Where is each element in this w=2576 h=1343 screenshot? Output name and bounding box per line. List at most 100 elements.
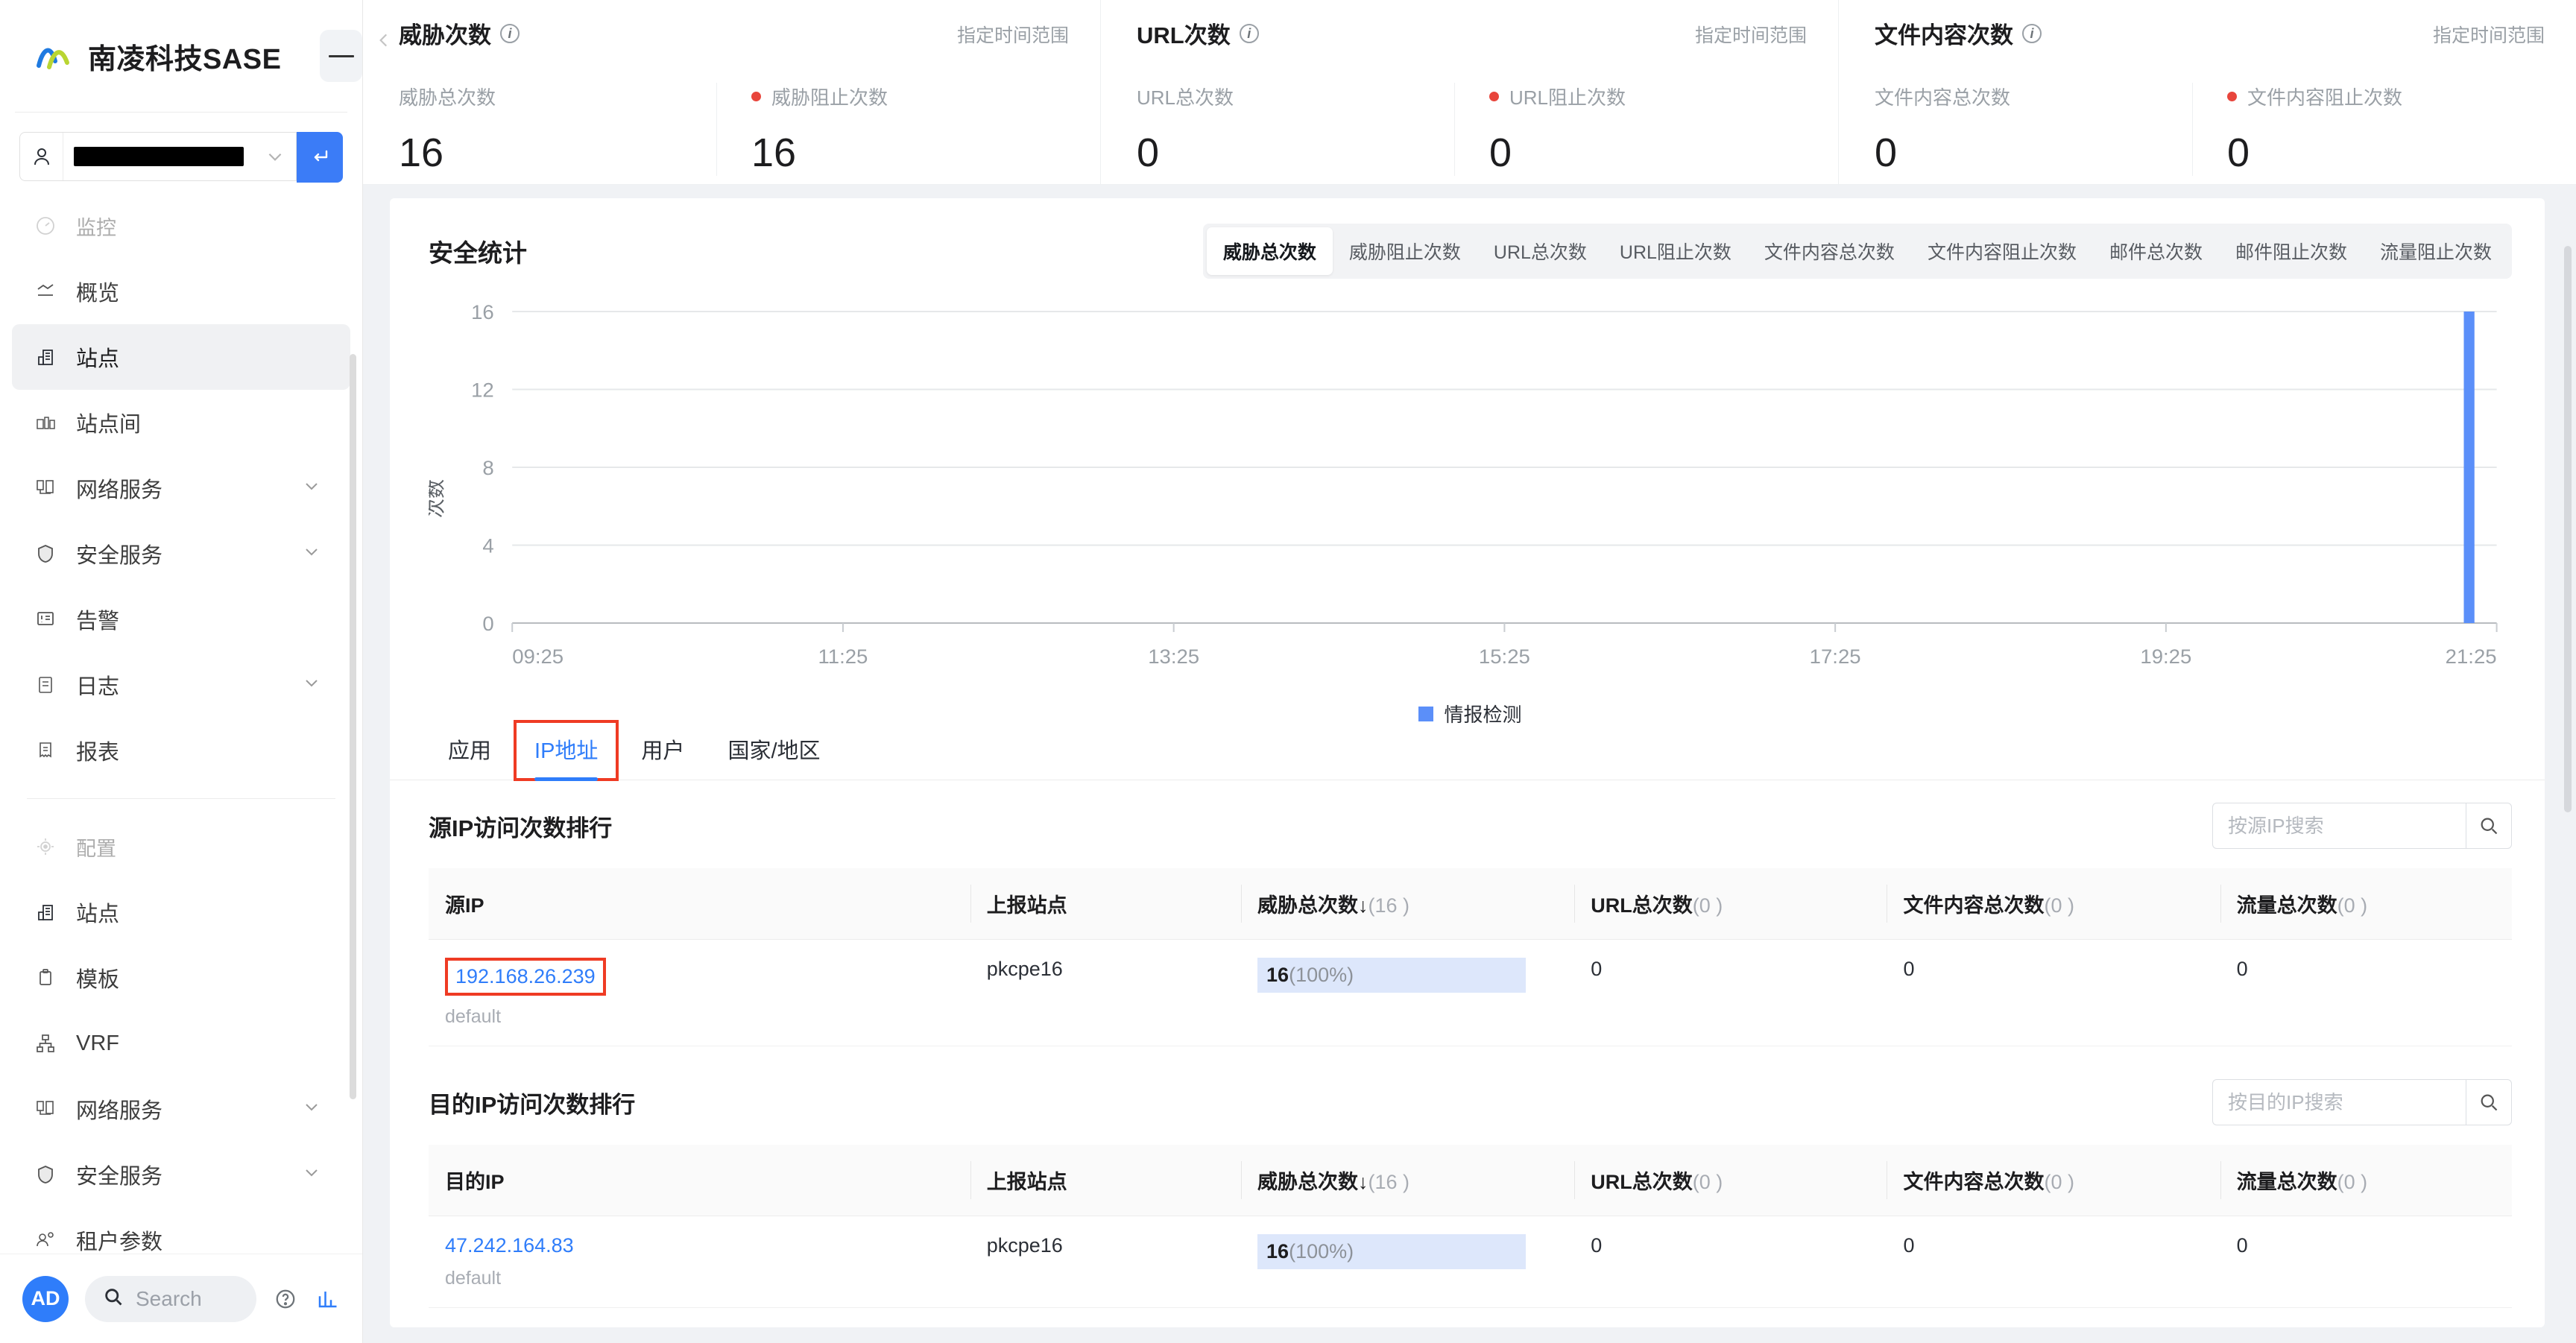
info-icon[interactable]: i <box>1239 23 1259 43</box>
stat-label-wrap: URL总次数 <box>1137 83 1439 110</box>
tab-user[interactable]: 用户 <box>622 721 704 780</box>
stat-value: 0 <box>1489 130 1512 175</box>
col-traffic-total[interactable]: 流量总次数(0 ) <box>2220 1145 2512 1216</box>
search-input[interactable]: Search <box>85 1275 256 1322</box>
source-ip-search-input[interactable] <box>2212 803 2466 849</box>
stat-card-header: 威胁次数 i 指定时间范围 <box>399 16 1069 50</box>
sidebar-item-network-service[interactable]: 网络服务 <box>12 455 350 521</box>
sidebar-item-overview[interactable]: 概览 <box>12 259 350 324</box>
chart-gridlines <box>512 311 2497 624</box>
segment-url-total[interactable]: URL总次数 <box>1477 227 1603 275</box>
sidebar-item-config-site[interactable]: 站点 <box>12 879 350 945</box>
tenant-params-icon <box>33 1227 58 1253</box>
sidebar-item-tenant-params[interactable]: 租户参数 <box>12 1207 350 1254</box>
hamburger-icon[interactable] <box>320 30 362 82</box>
col-file-content-total[interactable]: 文件内容总次数(0 ) <box>1887 868 2220 940</box>
sidebar-item-log[interactable]: 日志 <box>12 652 350 718</box>
source-ip-table-head: 源IP 上报站点 威胁总次数↓(16 ) URL总次数(0 ) 文件内容总次数( <box>429 868 2512 940</box>
tab-country-region[interactable]: 国家/地区 <box>708 721 839 780</box>
cell-traffic-total: 0 <box>2220 939 2512 1046</box>
segment-file-blocked[interactable]: 文件内容阻止次数 <box>1911 227 2093 275</box>
sidebar-item-config-network-service[interactable]: 网络服务 <box>12 1076 350 1142</box>
sidebar-item-vrf[interactable]: VRF <box>12 1011 350 1076</box>
stat-col-total: 文件内容总次数 0 <box>1875 83 2192 176</box>
sidebar-item-template[interactable]: 模板 <box>12 945 350 1011</box>
stat-value: 0 <box>1137 130 1160 175</box>
security-statistics-header: 安全统计 威胁总次数 威胁阻止次数 URL总次数 URL阻止次数 文件内容总次数… <box>390 224 2545 279</box>
sidebar-item-label: 日志 <box>76 675 120 699</box>
search-icon <box>2481 818 2498 835</box>
chevron-down-icon[interactable] <box>303 543 321 565</box>
segment-url-blocked[interactable]: URL阻止次数 <box>1603 227 1748 275</box>
col-report-site[interactable]: 上报站点 <box>970 1145 1242 1216</box>
col-source-ip[interactable]: 源IP <box>429 868 970 940</box>
segment-threat-blocked[interactable]: 威胁阻止次数 <box>1333 227 1477 275</box>
search-icon <box>2481 1094 2498 1111</box>
stat-title-text: 文件内容次数 <box>1875 22 2013 48</box>
dest-ip-link[interactable]: 47.242.164.83 <box>445 1234 574 1257</box>
chart-x-tick: 17:25 <box>1810 645 1861 668</box>
source-ip-link[interactable]: 192.168.26.239 <box>455 965 596 988</box>
segment-traffic-blocked[interactable]: 流量阻止次数 <box>2364 227 2508 275</box>
sidebar-collapse-handle[interactable] <box>373 21 395 60</box>
sidebar-item-report[interactable]: 报表 <box>12 718 350 783</box>
col-url-total[interactable]: URL总次数(0 ) <box>1574 868 1887 940</box>
clipboard-icon <box>33 965 58 990</box>
chart-y-tick: 4 <box>482 534 493 557</box>
legend-label: 情报检测 <box>1444 704 1522 726</box>
sidebar-section-label: 配置 <box>76 837 116 860</box>
sidebar-item-inter-site[interactable]: 站点间 <box>12 390 350 455</box>
tab-ip-address[interactable]: IP地址 <box>514 720 619 781</box>
dest-ip-table: 目的IP 上报站点 威胁总次数↓(16 ) URL总次数(0 ) 文件内容总次数 <box>429 1145 2512 1308</box>
chevron-down-icon[interactable] <box>303 674 321 696</box>
stat-card-header: 文件内容次数 i 指定时间范围 <box>1875 16 2545 50</box>
search-icon <box>103 1286 124 1311</box>
chart-x-tick-labels: 09:25 11:25 13:25 15:25 17:25 19:25 21:25 <box>511 623 2498 668</box>
segment-threat-total[interactable]: 威胁总次数 <box>1206 227 1333 275</box>
col-dest-ip[interactable]: 目的IP <box>429 1145 970 1216</box>
sidebar-item-alert[interactable]: 告警 <box>12 587 350 652</box>
source-ip-search <box>2212 803 2512 849</box>
chevron-down-icon[interactable] <box>303 1163 321 1186</box>
dest-ip-section: 目的IP访问次数排行 目的IP <box>390 1046 2545 1308</box>
col-threat-total[interactable]: 威胁总次数↓(16 ) <box>1241 868 1575 940</box>
col-file-content-total[interactable]: 文件内容总次数(0 ) <box>1887 1145 2220 1216</box>
report-icon <box>33 738 58 763</box>
segment-mail-blocked[interactable]: 邮件阻止次数 <box>2219 227 2364 275</box>
segment-file-total[interactable]: 文件内容总次数 <box>1748 227 1911 275</box>
chevron-down-icon[interactable] <box>303 477 321 499</box>
col-report-site[interactable]: 上报站点 <box>970 868 1242 940</box>
chevron-down-icon[interactable] <box>254 147 296 166</box>
sidebar-item-label: 站点 <box>76 903 120 926</box>
segment-mail-total[interactable]: 邮件总次数 <box>2093 227 2219 275</box>
analytics-icon[interactable] <box>315 1284 340 1314</box>
info-icon[interactable]: i <box>2022 23 2042 43</box>
sidebar-item-site[interactable]: 站点 <box>12 324 350 390</box>
sidebar-item-security-service[interactable]: 安全服务 <box>12 521 350 587</box>
avatar[interactable]: AD <box>22 1275 69 1322</box>
stat-time-range: 指定时间范围 <box>2432 25 2545 46</box>
chart-x-tick: 21:25 <box>2446 645 2497 668</box>
tenant-select[interactable] <box>19 132 297 181</box>
tab-application[interactable]: 应用 <box>429 721 511 780</box>
col-url-total[interactable]: URL总次数(0 ) <box>1574 1145 1887 1216</box>
search-placeholder: Search <box>136 1286 202 1310</box>
stat-card-body: URL总次数 0 URL阻止次数 0 <box>1137 83 1807 176</box>
page-title: 安全统计 <box>429 239 527 267</box>
dest-ip-search-input[interactable] <box>2212 1079 2466 1125</box>
col-threat-total[interactable]: 威胁总次数↓(16 ) <box>1241 1145 1575 1216</box>
info-icon[interactable]: i <box>500 23 520 43</box>
stat-card-file-content: 文件内容次数 i 指定时间范围 文件内容总次数 0 文件内容阻止次数 0 <box>1838 0 2576 184</box>
main-scrollbar[interactable] <box>2564 246 2572 812</box>
enter-arrow-icon[interactable] <box>297 132 343 183</box>
source-ip-search-button[interactable] <box>2466 803 2512 849</box>
help-circle-icon[interactable] <box>273 1284 298 1314</box>
stat-label-text: 威胁阻止次数 <box>771 86 888 109</box>
stat-col-total: 威胁总次数 16 <box>399 83 716 176</box>
dest-ip-search-button[interactable] <box>2466 1079 2512 1125</box>
stat-label-wrap: 威胁总次数 <box>399 83 701 110</box>
col-traffic-total[interactable]: 流量总次数(0 ) <box>2220 868 2512 940</box>
sidebar-scrollbar[interactable] <box>350 354 356 1099</box>
chevron-down-icon[interactable] <box>303 1098 321 1120</box>
sidebar-item-config-security-service[interactable]: 安全服务 <box>12 1142 350 1207</box>
